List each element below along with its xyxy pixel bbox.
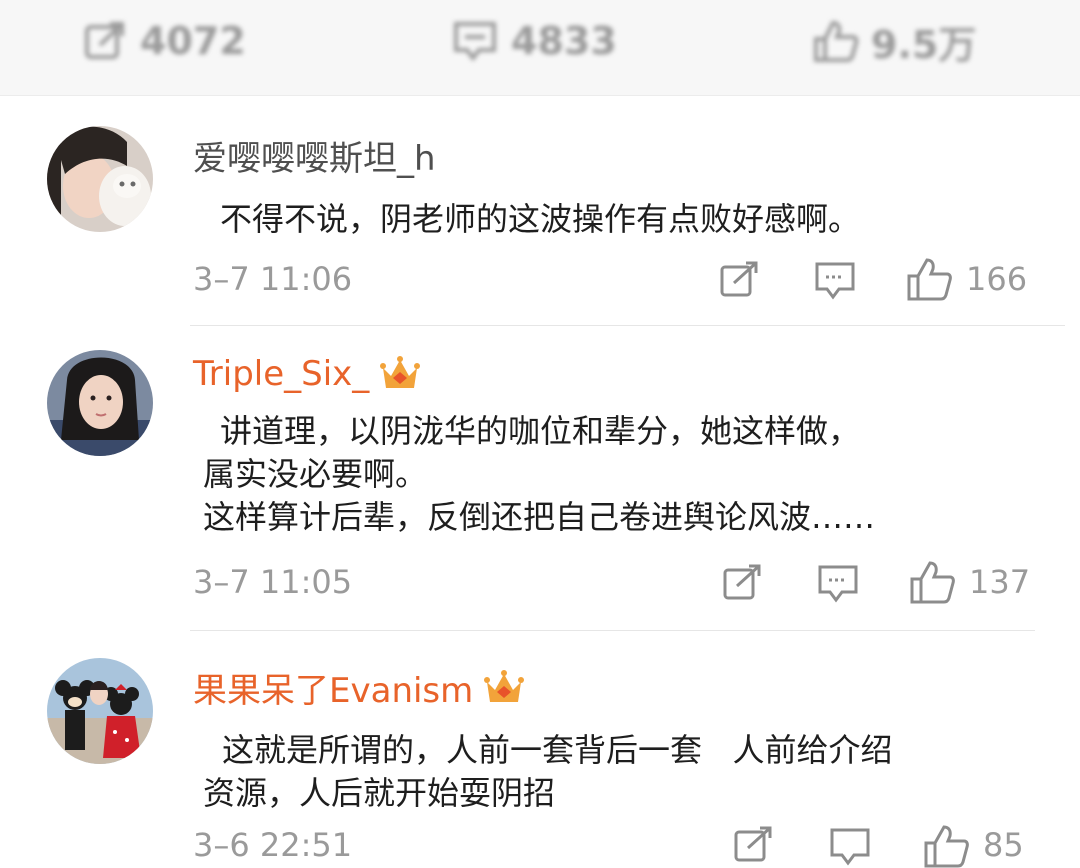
comment-icon[interactable] bbox=[818, 565, 860, 603]
repost-stat[interactable]: 4072 bbox=[84, 16, 246, 66]
comment-stat[interactable]: 4833 bbox=[453, 16, 617, 66]
repost-icon[interactable] bbox=[734, 826, 774, 864]
comment-icon bbox=[454, 22, 496, 61]
repost-icon[interactable] bbox=[720, 261, 760, 299]
comment-text-line: 这就是所谓的，人前一套背后一套 人前给介绍 bbox=[222, 731, 893, 769]
comment-like-count: 166 bbox=[966, 260, 1028, 298]
comment-text-line: 资源，人后就开始耍阴招 bbox=[203, 774, 556, 812]
comment-like-count: 85 bbox=[983, 826, 1024, 864]
comment-icon[interactable] bbox=[830, 828, 872, 866]
comment-time: 3–7 11:05 bbox=[193, 563, 353, 601]
comment-username[interactable]: 爱嘤嘤嘤斯坦_h bbox=[193, 131, 436, 180]
comment-username[interactable]: Triple_Six_ bbox=[193, 354, 421, 394]
thumbs-up-icon[interactable] bbox=[907, 257, 953, 301]
avatar[interactable] bbox=[47, 126, 153, 232]
comment-text-line: 讲道理，以阴泷华的咖位和辈分，她这样做， bbox=[220, 412, 861, 450]
comment-time: 3–7 11:06 bbox=[193, 260, 353, 298]
comment-like-count: 137 bbox=[969, 563, 1031, 601]
thumbs-up-icon bbox=[814, 20, 859, 62]
repost-icon bbox=[85, 22, 124, 59]
divider bbox=[190, 325, 1065, 326]
repost-count: 4072 bbox=[140, 19, 246, 63]
comment-text-line: 这样算计后辈，反倒还把自己卷进舆论风波…… bbox=[203, 498, 876, 536]
like-count: 9.5万 bbox=[871, 22, 977, 67]
comment-count: 4833 bbox=[511, 19, 617, 63]
post-stats-bar: 4072 4833 9.5万 bbox=[0, 0, 1080, 96]
comment-time: 3–6 22:51 bbox=[193, 826, 353, 864]
comment-text-line: 属实没必要啊。 bbox=[203, 455, 428, 493]
repost-icon[interactable] bbox=[723, 564, 763, 602]
comment-text: 不得不说，阴老师的这波操作有点败好感啊。 bbox=[220, 200, 861, 238]
thumbs-up-icon[interactable] bbox=[910, 560, 956, 604]
comment-icon[interactable] bbox=[815, 262, 857, 300]
thumbs-up-icon[interactable] bbox=[924, 824, 970, 868]
like-stat[interactable]: 9.5万 bbox=[813, 16, 977, 67]
comment-username[interactable]: 果果呆了Evanism bbox=[193, 663, 525, 712]
divider bbox=[190, 630, 1035, 631]
avatar[interactable] bbox=[47, 350, 153, 456]
vip-crown-icon bbox=[380, 356, 421, 388]
vip-crown-icon bbox=[484, 669, 525, 702]
avatar[interactable] bbox=[47, 658, 153, 764]
